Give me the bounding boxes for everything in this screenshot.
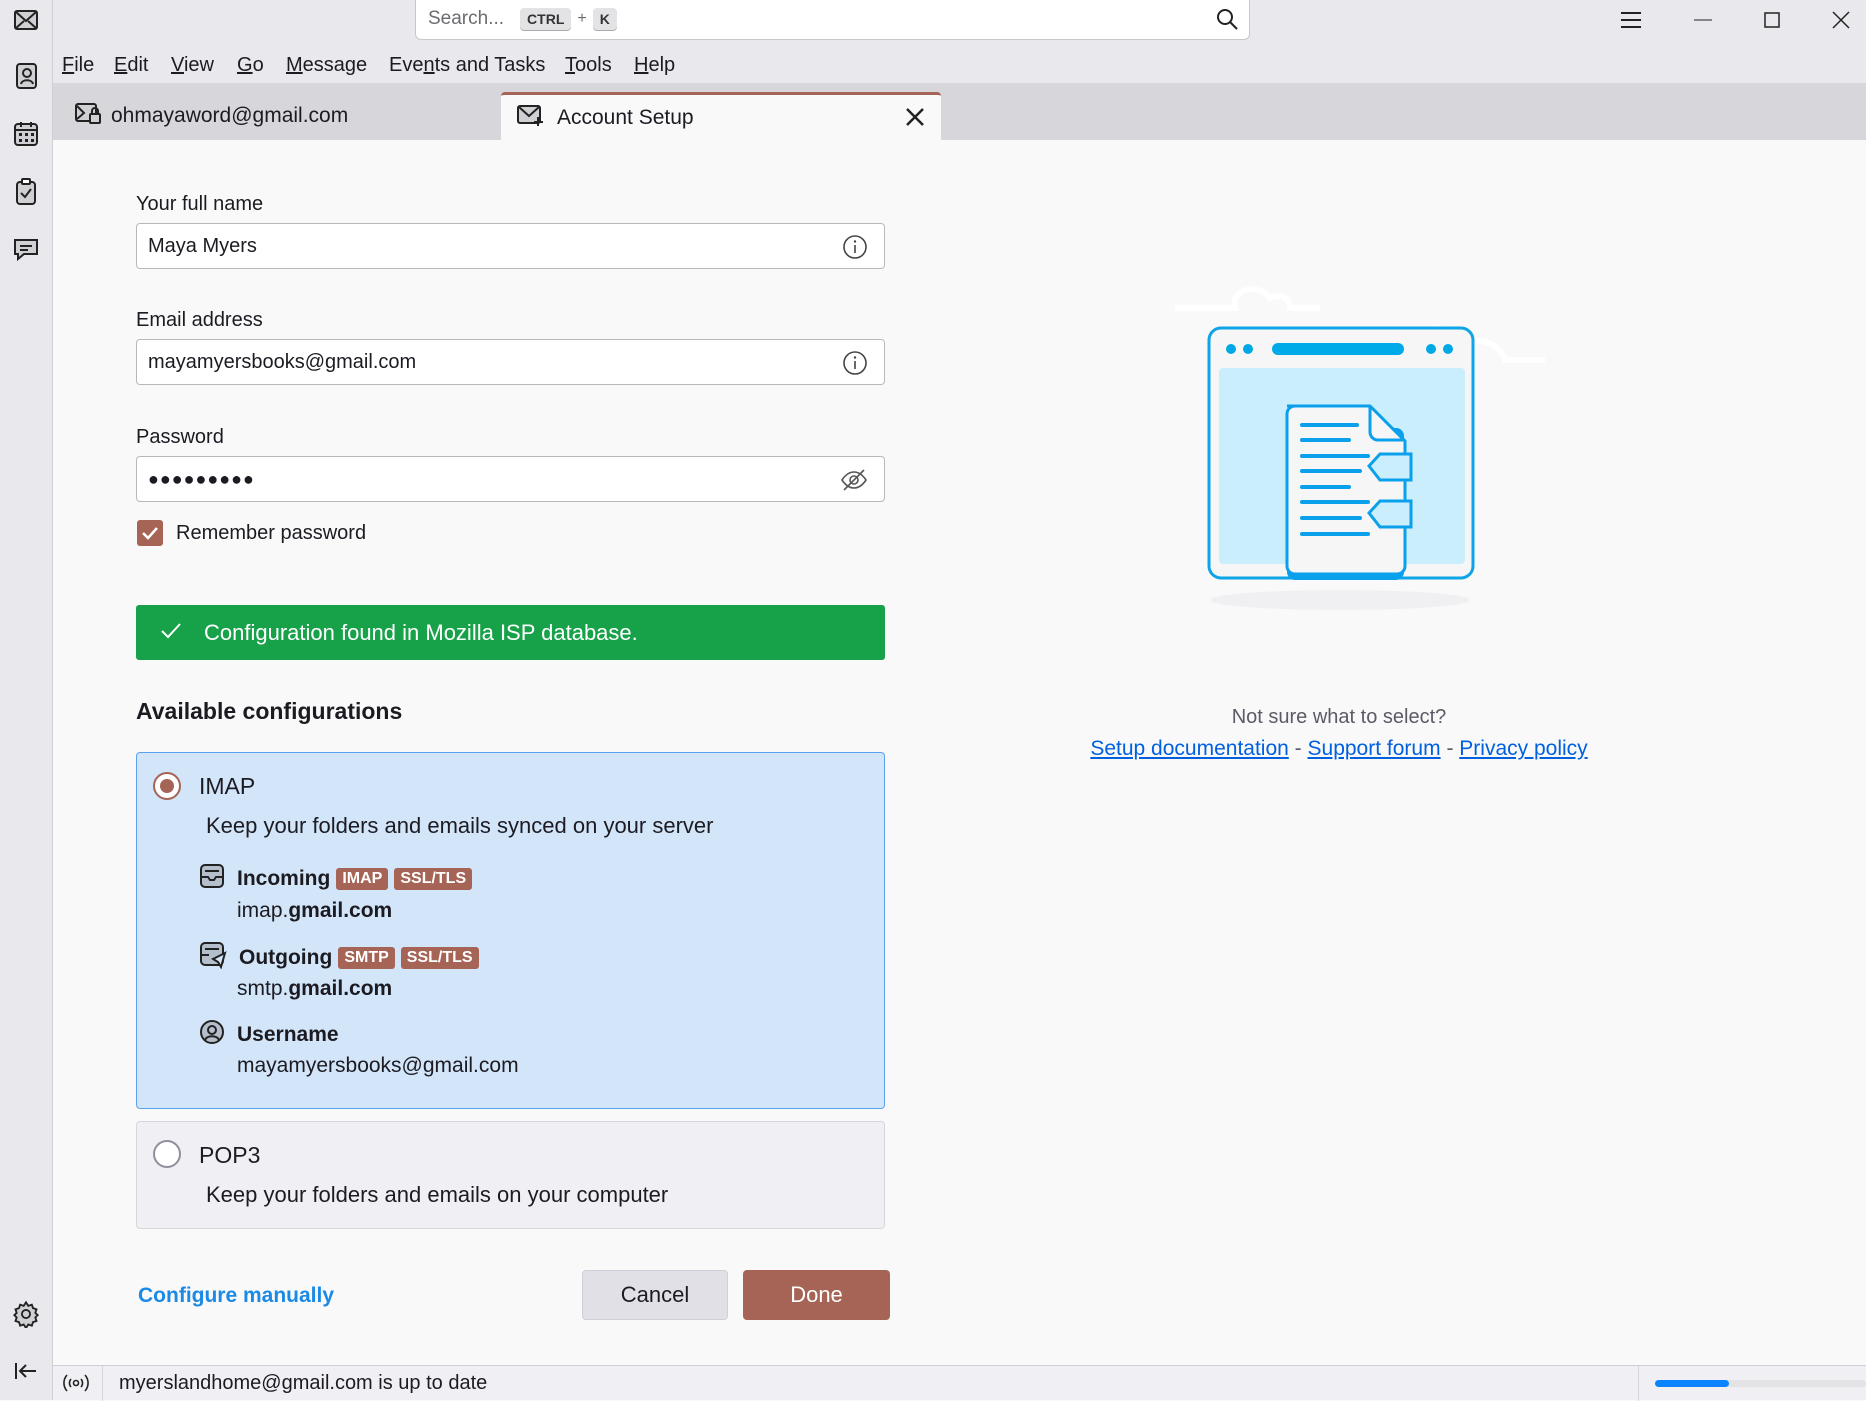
password-value: ●●●●●●●●● <box>148 468 255 489</box>
incoming-protocol-badge: IMAP <box>336 868 389 890</box>
imap-description: Keep your folders and emails synced on y… <box>206 813 714 838</box>
tab-inbox[interactable]: ohmayaword@gmail.com <box>75 92 348 140</box>
maximize-icon[interactable] <box>1744 0 1800 40</box>
menu-tools[interactable]: Tools <box>565 54 612 77</box>
pop3-title: POP3 <box>199 1142 261 1168</box>
email-value: mayamyersbooks@gmail.com <box>148 350 417 373</box>
email-label: Email address <box>136 309 263 331</box>
remember-password-label: Remember password <box>176 522 367 544</box>
user-icon <box>199 1019 225 1051</box>
menu-bar: File Edit View Go Message Events and Tas… <box>53 49 1866 83</box>
full-name-input[interactable]: Maya Myers <box>136 223 885 269</box>
collapse-sidebar-icon[interactable] <box>8 1353 44 1389</box>
privacy-policy-link[interactable]: Privacy policy <box>1459 737 1587 760</box>
menu-view[interactable]: View <box>171 54 214 77</box>
inbox-icon <box>199 863 225 895</box>
pop3-radio[interactable] <box>153 1140 181 1168</box>
tab-label: ohmayaword@gmail.com <box>111 104 349 127</box>
mail-lock-icon <box>75 101 101 131</box>
config-found-banner: Configuration found in Mozilla ISP datab… <box>136 605 885 660</box>
full-name-value: Maya Myers <box>148 234 257 257</box>
global-search-input[interactable]: Search... CTRL + K <box>415 0 1250 40</box>
menu-message[interactable]: Message <box>286 54 367 77</box>
spaces-sidebar <box>0 0 53 1400</box>
menu-help[interactable]: Help <box>634 54 675 77</box>
calendar-icon[interactable] <box>8 116 44 152</box>
link-separator: - <box>1446 737 1454 760</box>
host-domain: gmail.com <box>288 899 393 922</box>
close-tab-icon[interactable] <box>905 107 925 133</box>
email-input[interactable]: mayamyersbooks@gmail.com <box>136 339 885 385</box>
tab-account-setup[interactable]: Account Setup <box>501 92 941 140</box>
progress-fill <box>1655 1380 1729 1387</box>
menu-go[interactable]: Go <box>237 54 264 77</box>
host-domain: gmail.com <box>288 977 393 1000</box>
tasks-icon[interactable] <box>8 174 44 210</box>
tab-strip: ohmayaword@gmail.com Account Setup <box>53 83 1866 140</box>
password-input[interactable]: ●●●●●●●●● <box>136 456 885 502</box>
account-setup-illustration <box>1135 270 1575 625</box>
outgoing-label: Outgoing <box>239 946 333 969</box>
kbd-ctrl: CTRL <box>520 8 572 30</box>
menu-file[interactable]: File <box>62 54 94 77</box>
kbd-k: K <box>592 8 617 30</box>
username-value: mayamyersbooks@gmail.com <box>237 1054 519 1077</box>
cancel-button[interactable]: Cancel <box>582 1270 728 1320</box>
status-bar: myerslandhome@gmail.com is up to date <box>53 1365 1866 1401</box>
app-menu-icon[interactable] <box>1603 0 1659 40</box>
pop3-description: Keep your folders and emails on your com… <box>206 1182 669 1207</box>
check-icon <box>160 620 182 646</box>
status-text: myerslandhome@gmail.com is up to date <box>119 1372 488 1394</box>
password-label: Password <box>136 426 224 448</box>
available-configurations-heading: Available configurations <box>136 698 403 724</box>
done-button[interactable]: Done <box>743 1270 890 1320</box>
outgoing-host: smtp. gmail.com <box>237 977 392 1001</box>
close-window-icon[interactable] <box>1813 0 1866 40</box>
outgoing-security-badge: SSL/TLS <box>400 947 479 969</box>
status-divider <box>102 1366 103 1401</box>
menu-events-and-tasks[interactable]: Events and Tasks <box>389 54 545 77</box>
kbd-plus: + <box>577 10 587 27</box>
menu-edit[interactable]: Edit <box>114 54 148 77</box>
imap-radio[interactable] <box>153 772 181 800</box>
setup-documentation-link[interactable]: Setup documentation <box>1090 737 1288 760</box>
mail-icon[interactable] <box>8 2 44 38</box>
incoming-label: Incoming <box>237 867 331 890</box>
banner-text: Configuration found in Mozilla ISP datab… <box>204 619 638 645</box>
username-label: Username <box>237 1023 339 1046</box>
imap-option[interactable]: IMAP Keep your folders and emails synced… <box>136 752 885 1109</box>
settings-icon[interactable] <box>8 1296 44 1332</box>
remember-password-checkbox[interactable] <box>137 520 163 546</box>
info-icon[interactable] <box>842 234 868 266</box>
configure-manually-link[interactable]: Configure manually <box>138 1284 334 1308</box>
incoming-host: imap. gmail.com <box>237 899 392 923</box>
show-password-icon[interactable] <box>840 467 868 498</box>
progress-bar <box>1655 1380 1866 1387</box>
address-book-icon[interactable] <box>8 58 44 94</box>
new-account-icon <box>517 103 545 133</box>
online-status-icon[interactable] <box>61 1372 91 1400</box>
link-separator: - <box>1294 737 1302 760</box>
chat-icon[interactable] <box>8 232 44 268</box>
minimize-icon[interactable] <box>1675 0 1731 40</box>
help-question: Not sure what to select? <box>1231 706 1447 728</box>
incoming-security-badge: SSL/TLS <box>394 868 473 890</box>
status-divider <box>1638 1366 1639 1401</box>
search-icon[interactable] <box>1215 7 1239 37</box>
outgoing-protocol-badge: SMTP <box>338 947 395 969</box>
host-prefix: smtp. <box>237 977 289 1000</box>
tab-label: Account Setup <box>557 105 694 129</box>
host-prefix: imap. <box>237 899 289 922</box>
info-icon[interactable] <box>842 350 868 382</box>
help-links: Setup documentation - Support forum - Pr… <box>1039 737 1639 761</box>
search-placeholder: Search... <box>428 8 505 29</box>
support-forum-link[interactable]: Support forum <box>1308 737 1441 760</box>
imap-title: IMAP <box>199 773 256 799</box>
outbox-icon <box>199 941 227 975</box>
pop3-option[interactable]: POP3 Keep your folders and emails on you… <box>136 1121 885 1229</box>
full-name-label: Your full name <box>136 193 264 215</box>
